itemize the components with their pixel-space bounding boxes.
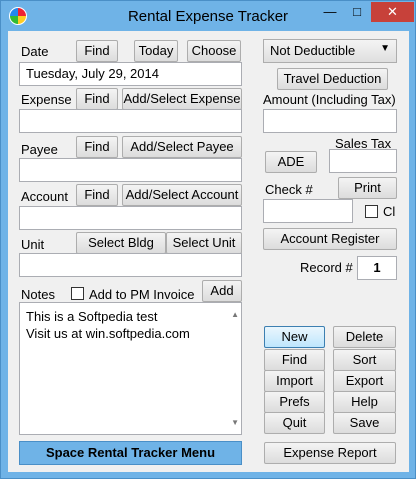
deductible-selected: Not Deductible — [270, 43, 356, 58]
add-select-payee-button[interactable]: Add/Select Payee — [122, 136, 242, 158]
delete-button[interactable]: Delete — [333, 326, 396, 348]
add-select-account-button[interactable]: Add/Select Account — [122, 184, 242, 206]
add-to-pm-invoice-label: Add to PM Invoice — [89, 287, 195, 302]
expense-field[interactable] — [19, 109, 242, 133]
deductible-select[interactable]: Not Deductible ▼ — [263, 39, 397, 63]
expense-report-button[interactable]: Expense Report — [264, 442, 396, 464]
cleared-label: Cl — [383, 204, 396, 219]
new-button[interactable]: New — [264, 326, 325, 348]
travel-deduction-button[interactable]: Travel Deduction — [277, 68, 388, 90]
minimize-button[interactable]: — — [317, 2, 343, 22]
notes-textarea[interactable]: This is a Softpedia test Visit us at win… — [19, 302, 242, 435]
unit-field[interactable] — [19, 253, 242, 277]
scroll-down-icon[interactable]: ▼ — [231, 414, 239, 431]
account-find-button[interactable]: Find — [76, 184, 118, 206]
app-window: Rental Expense Tracker — □ ✕ Date Find T… — [0, 0, 416, 479]
date-label: Date — [21, 44, 49, 59]
date-find-button[interactable]: Find — [76, 40, 118, 62]
check-number-label: Check # — [265, 182, 313, 197]
payee-find-button[interactable]: Find — [76, 136, 118, 158]
today-button[interactable]: Today — [134, 40, 178, 62]
account-register-button[interactable]: Account Register — [263, 228, 397, 250]
prefs-button[interactable]: Prefs — [264, 391, 325, 413]
account-field[interactable] — [19, 206, 242, 230]
choose-date-button[interactable]: Choose — [187, 40, 241, 62]
check-number-field[interactable] — [263, 199, 353, 223]
cleared-checkbox[interactable] — [365, 205, 378, 218]
record-label: Record # — [300, 260, 353, 275]
date-field[interactable]: Tuesday, July 29, 2014 — [19, 62, 242, 86]
notes-add-button[interactable]: Add — [202, 280, 242, 302]
sort-button[interactable]: Sort — [333, 349, 396, 371]
sales-tax-field[interactable] — [329, 149, 397, 173]
record-number-field[interactable]: 1 — [357, 256, 397, 280]
amount-label: Amount (Including Tax) — [263, 92, 396, 107]
title-bar[interactable]: Rental Expense Tracker — □ ✕ — [1, 1, 415, 31]
save-button[interactable]: Save — [333, 412, 396, 434]
notes-label: Notes — [21, 287, 55, 302]
unit-label: Unit — [21, 237, 45, 252]
expense-find-button[interactable]: Find — [76, 88, 118, 110]
add-to-pm-invoice-checkbox[interactable] — [71, 287, 84, 300]
select-unit-button[interactable]: Select Unit — [166, 232, 242, 254]
form-panel: Date Find Today Choose Tuesday, July 29,… — [8, 31, 409, 472]
maximize-button[interactable]: □ — [344, 2, 370, 22]
space-rental-tracker-menu-button[interactable]: Space Rental Tracker Menu — [19, 441, 242, 465]
import-button[interactable]: Import — [264, 370, 325, 392]
payee-label: Payee — [21, 142, 58, 157]
add-select-expense-button[interactable]: Add/Select Expense — [122, 88, 242, 110]
find-record-button[interactable]: Find — [264, 349, 325, 371]
ade-button[interactable]: ADE — [265, 151, 317, 173]
select-bldg-button[interactable]: Select Bldg — [76, 232, 166, 254]
notes-line: This is a Softpedia test — [26, 309, 158, 324]
expense-label: Expense — [21, 92, 72, 107]
notes-line: Visit us at win.softpedia.com — [26, 326, 190, 341]
print-button[interactable]: Print — [338, 177, 397, 199]
amount-field[interactable] — [263, 109, 397, 133]
export-button[interactable]: Export — [333, 370, 396, 392]
account-label: Account — [21, 189, 68, 204]
scroll-up-icon[interactable]: ▲ — [231, 306, 239, 323]
close-button[interactable]: ✕ — [371, 2, 414, 22]
payee-field[interactable] — [19, 158, 242, 182]
help-button[interactable]: Help — [333, 391, 396, 413]
chevron-down-icon: ▼ — [380, 43, 390, 54]
quit-button[interactable]: Quit — [264, 412, 325, 434]
